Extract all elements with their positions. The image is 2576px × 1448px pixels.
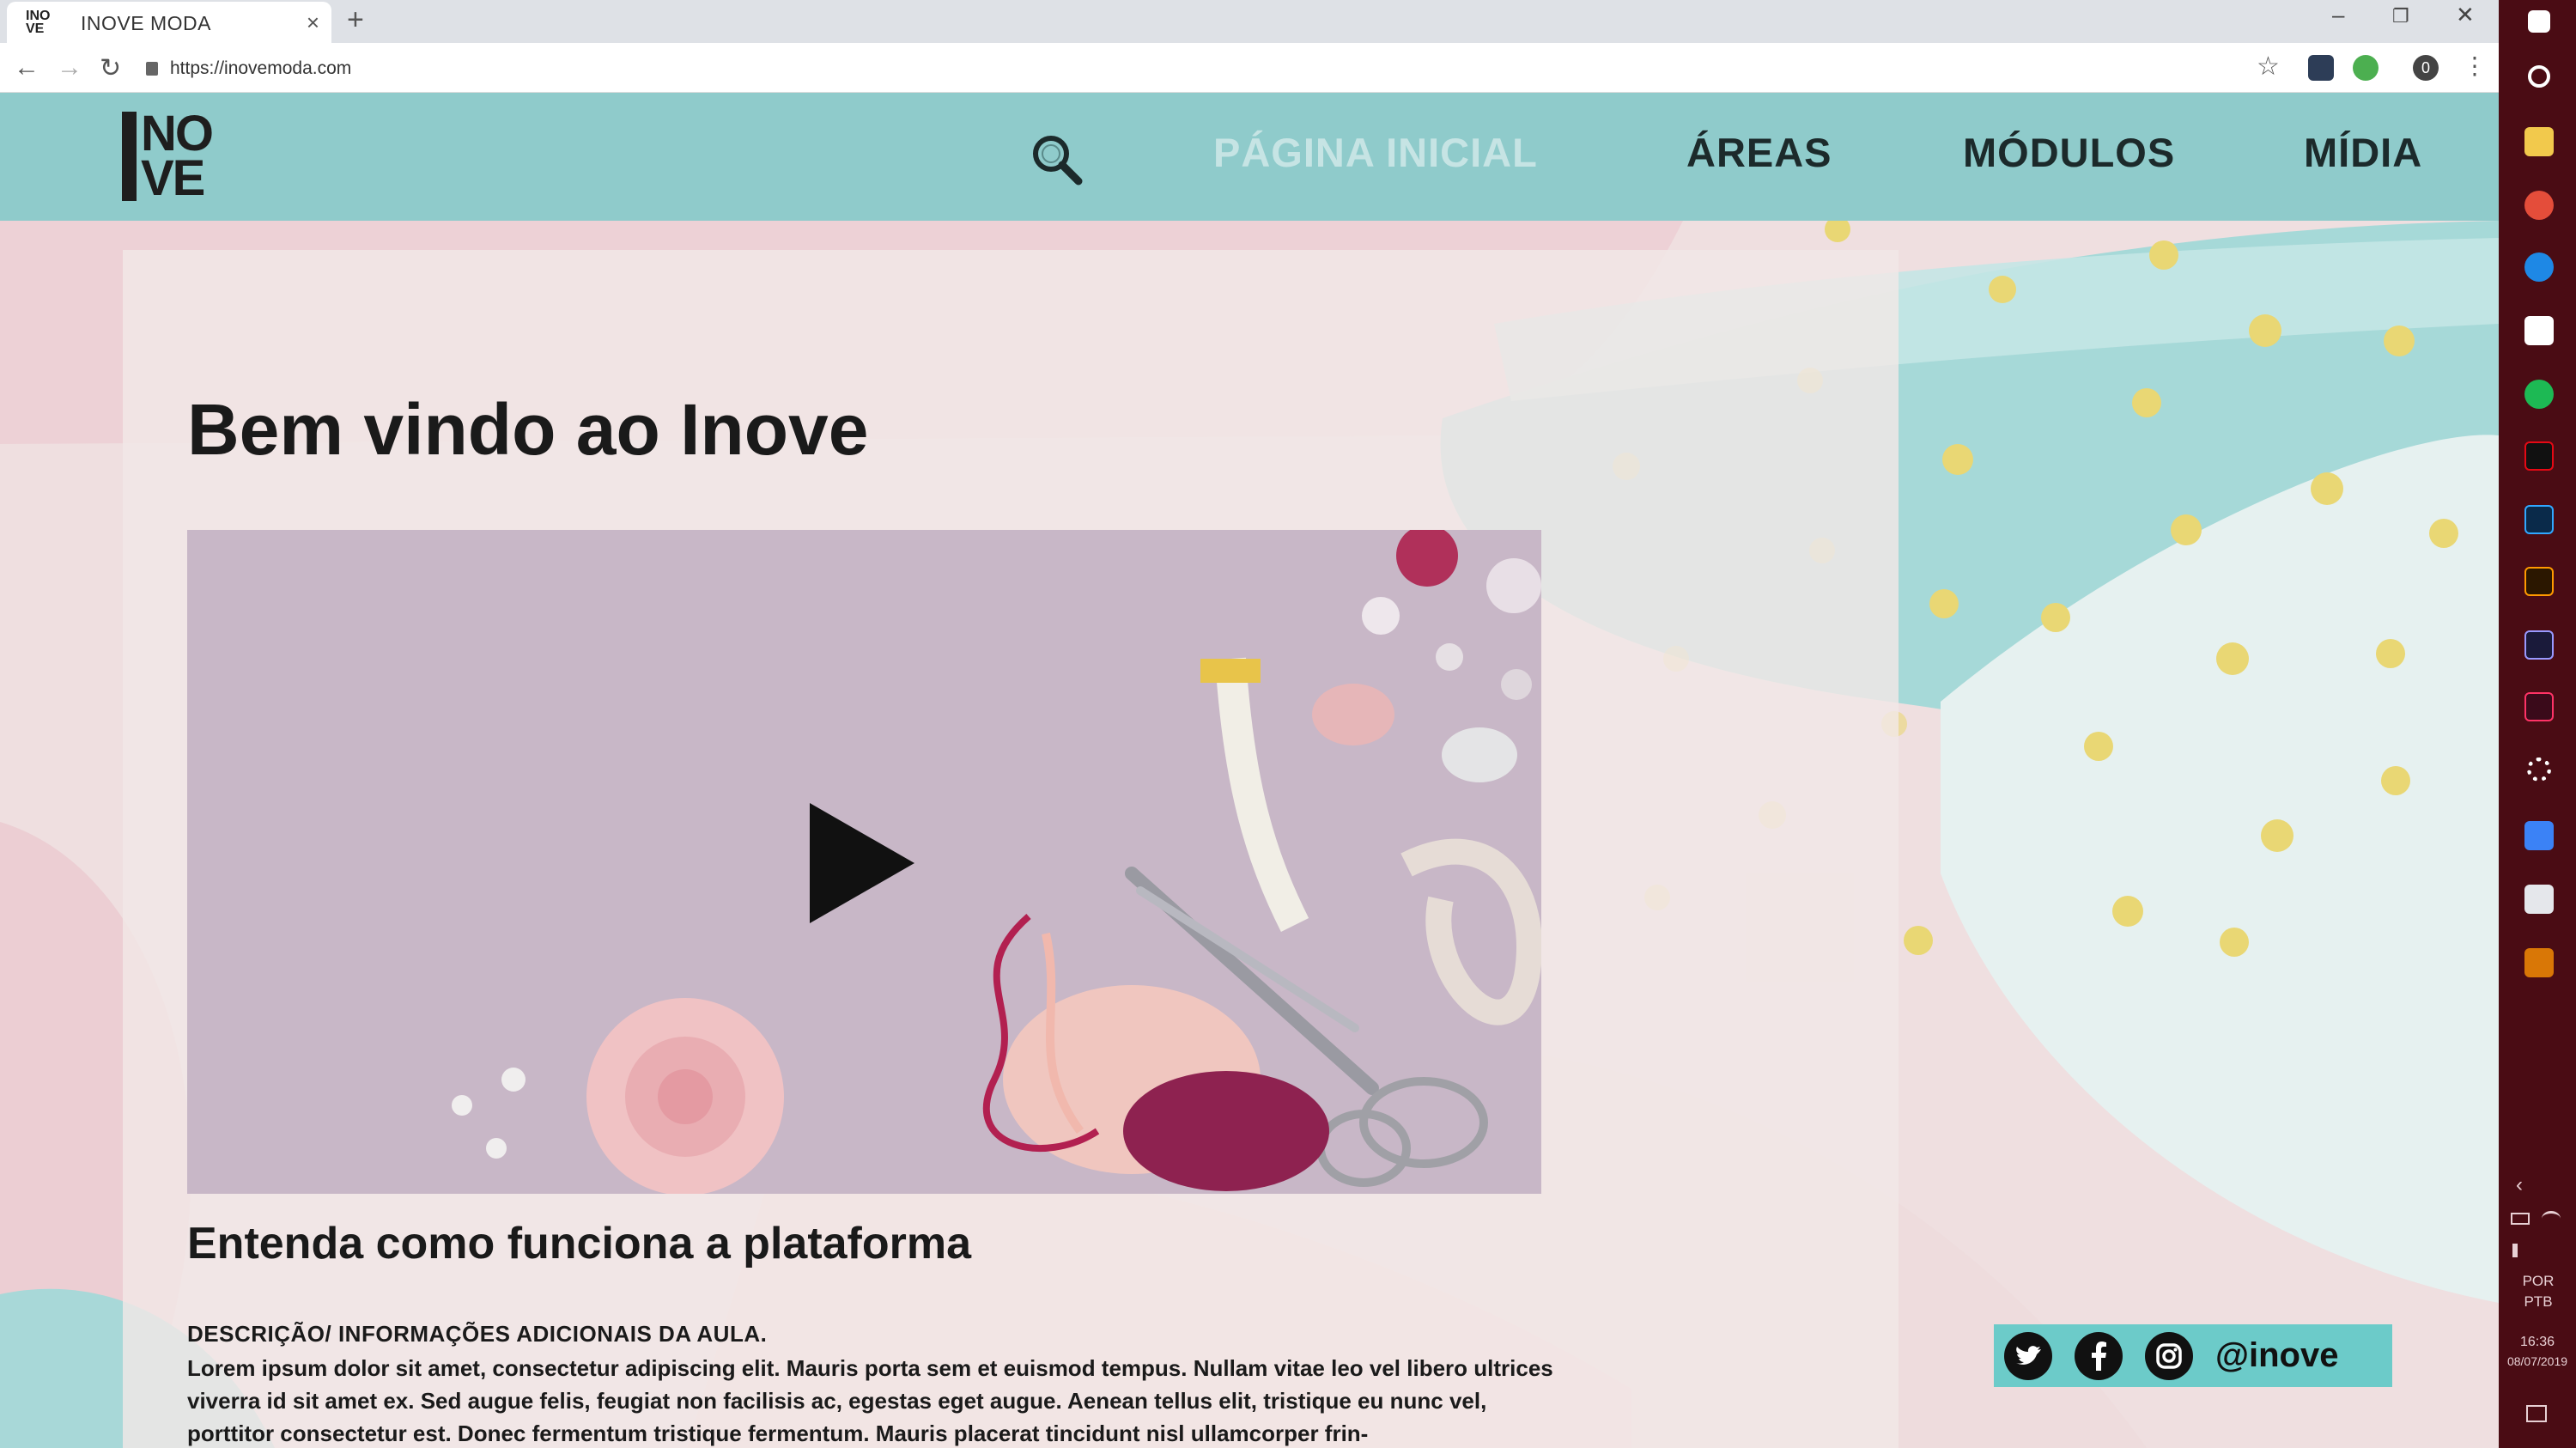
settings-gear-icon[interactable] <box>2527 757 2551 782</box>
nav-midia[interactable]: MÍDIA <box>2304 129 2422 176</box>
back-button[interactable]: ← <box>14 53 39 82</box>
profile-avatar[interactable]: 0 <box>2413 55 2439 81</box>
chrome-icon[interactable] <box>2524 191 2554 220</box>
battery-icon[interactable] <box>2511 1213 2530 1225</box>
photoshop-icon[interactable] <box>2524 505 2554 534</box>
volume-icon[interactable] <box>2512 1244 2526 1257</box>
lock-icon <box>146 62 158 76</box>
chevron-left-icon[interactable]: ‹ <box>2516 1173 2523 1197</box>
url-text: https://inovemoda.com <box>170 58 352 78</box>
page-title: Bem vindo ao Inove <box>187 389 869 470</box>
inove-logo[interactable]: NO VE <box>122 109 234 204</box>
cortana-icon[interactable] <box>2528 65 2550 88</box>
minimize-button[interactable]: – <box>2332 2 2344 28</box>
social-bar: @inove <box>1994 1324 2392 1387</box>
illustrator-icon[interactable] <box>2524 567 2554 596</box>
social-handle[interactable]: @inove <box>2215 1336 2338 1375</box>
browser-menu-icon[interactable]: ⋮ <box>2463 52 2487 80</box>
extension-green-icon[interactable] <box>2353 55 2379 81</box>
photos-icon[interactable] <box>2524 885 2554 914</box>
browser-tab-bar <box>0 0 2499 43</box>
forward-button[interactable]: → <box>57 53 82 82</box>
mail-icon[interactable] <box>2524 316 2554 345</box>
facebook-icon[interactable] <box>2075 1331 2123 1380</box>
tab-title: INOVE MODA <box>81 11 211 34</box>
after-effects-icon[interactable] <box>2524 630 2554 660</box>
browser-tab[interactable]: INO VE INOVE MODA × <box>7 2 331 45</box>
file-explorer-icon[interactable] <box>2524 127 2554 156</box>
windows-start-icon[interactable] <box>2528 10 2550 33</box>
spotify-icon[interactable] <box>2524 380 2554 409</box>
clock[interactable]: 16:36 08/07/2019 <box>2500 1333 2574 1371</box>
nav-pagina-inicial[interactable]: PÁGINA INICIAL <box>1213 129 1538 176</box>
notification-center-icon[interactable] <box>2526 1405 2547 1422</box>
new-tab-button[interactable]: + <box>347 3 364 37</box>
indesign-icon[interactable] <box>2524 692 2554 721</box>
extension-icon[interactable] <box>2308 55 2334 81</box>
language-indicator[interactable]: POR PTB <box>2504 1271 2573 1312</box>
reload-button[interactable]: ↻ <box>100 53 121 83</box>
restore-button[interactable]: ❐ <box>2392 5 2409 27</box>
wifi-icon[interactable] <box>2542 1211 2561 1226</box>
description-heading: DESCRIÇÃO/ INFORMAÇÕES ADICIONAIS DA AUL… <box>187 1321 768 1347</box>
nav-modulos[interactable]: MÓDULOS <box>1963 129 2175 176</box>
nav-areas[interactable]: ÁREAS <box>1686 129 1832 176</box>
app-badge-icon[interactable] <box>2524 821 2554 850</box>
bookmark-star-icon[interactable]: ☆ <box>2257 52 2280 82</box>
tab-close-icon[interactable]: × <box>307 9 319 36</box>
description-body: Lorem ipsum dolor sit amet, consectetur … <box>187 1355 1553 1446</box>
edge-icon[interactable] <box>2524 252 2554 282</box>
app-grid-icon[interactable] <box>2524 948 2554 977</box>
instagram-icon[interactable] <box>2145 1331 2193 1380</box>
close-window-button[interactable]: ✕ <box>2456 2 2475 28</box>
video-title: Entenda como funciona a plataforma <box>187 1219 972 1269</box>
tab-favicon-icon: INO VE <box>26 9 51 36</box>
search-icon[interactable] <box>1029 131 1084 186</box>
twitter-icon[interactable] <box>2004 1331 2052 1380</box>
url-field[interactable]: https://inovemoda.com <box>146 53 2275 84</box>
netflix-icon[interactable] <box>2524 441 2554 471</box>
play-icon[interactable] <box>810 803 914 923</box>
